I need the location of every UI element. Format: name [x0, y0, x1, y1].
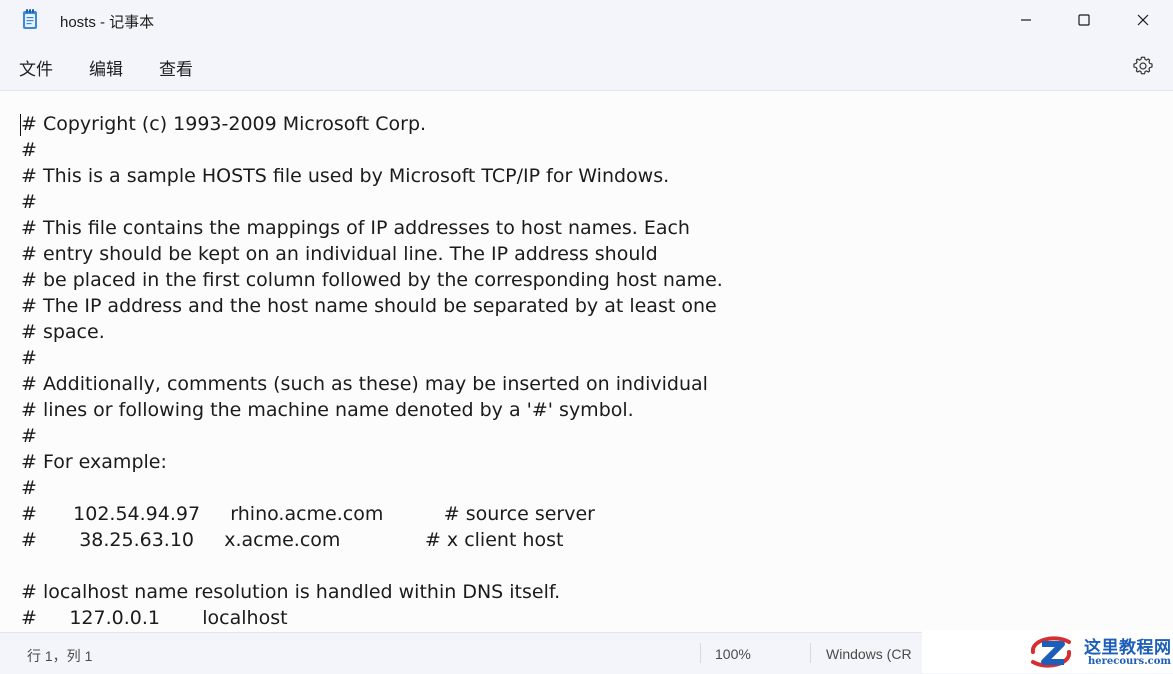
- editor-text[interactable]: # Copyright (c) 1993-2009 Microsoft Corp…: [21, 111, 723, 631]
- text-editor[interactable]: # Copyright (c) 1993-2009 Microsoft Corp…: [0, 90, 1173, 633]
- status-divider: [810, 643, 811, 663]
- watermark-title: 这里教程网: [1084, 638, 1172, 658]
- gear-icon[interactable]: [1131, 54, 1155, 78]
- menu-bar: 文件 编辑 查看: [0, 44, 1173, 88]
- line-ending: Windows (CRLF): [826, 646, 912, 662]
- maximize-button[interactable]: [1055, 0, 1113, 40]
- close-icon: [1137, 14, 1149, 26]
- maximize-icon: [1078, 14, 1090, 26]
- notepad-icon: [23, 9, 37, 29]
- close-button[interactable]: [1114, 0, 1172, 40]
- watermark-url: herecours.com: [1088, 656, 1172, 667]
- zoom-level: 100%: [715, 646, 751, 662]
- menu-edit[interactable]: 编辑: [87, 55, 125, 80]
- notepad-window: hosts - 记事本 文件 编辑 查看 # Copyright (c) 199…: [0, 0, 1173, 674]
- minimize-button[interactable]: [997, 0, 1055, 40]
- text-caret: [20, 114, 21, 136]
- menu-view[interactable]: 查看: [157, 55, 195, 80]
- status-divider: [700, 643, 701, 663]
- menu-file[interactable]: 文件: [17, 55, 55, 80]
- window-title: hosts - 记事本: [60, 14, 155, 31]
- minimize-icon: [1021, 19, 1031, 21]
- cursor-position: 行 1，列 1: [27, 648, 93, 664]
- watermark: 这里教程网 herecours.com: [922, 630, 1173, 673]
- title-bar[interactable]: hosts - 记事本: [0, 0, 1173, 40]
- watermark-logo-icon: [1031, 636, 1071, 668]
